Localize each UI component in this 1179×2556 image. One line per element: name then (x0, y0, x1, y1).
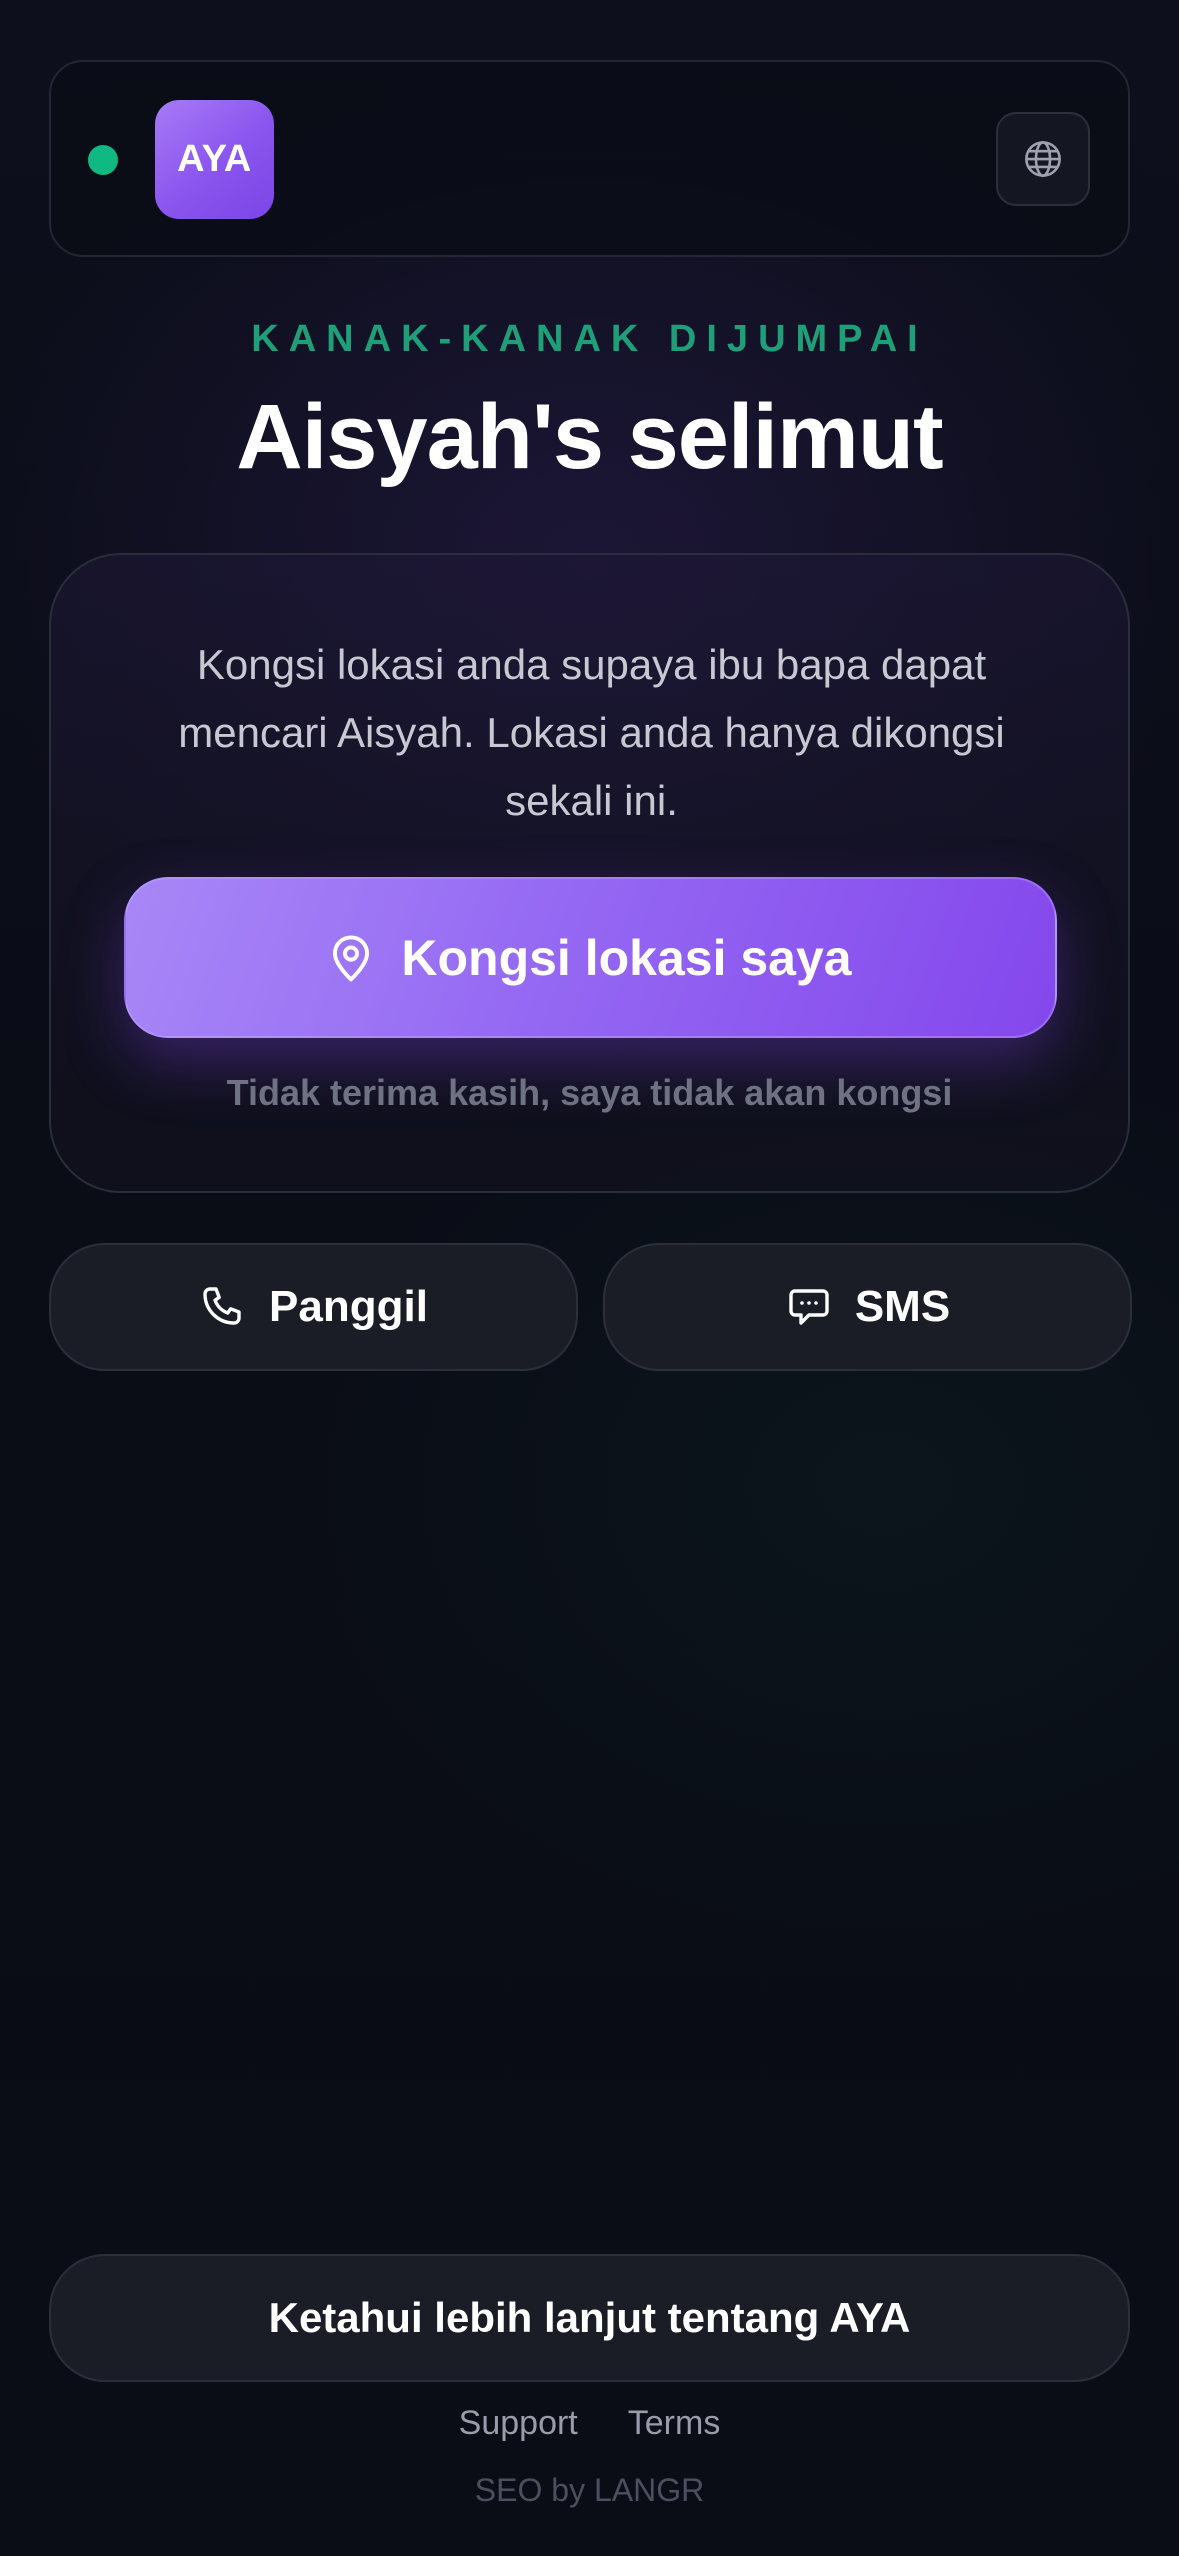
footer-links: Support Terms (0, 2404, 1179, 2443)
share-location-card: Kongsi lokasi anda supaya ibu bapa dapat… (49, 553, 1130, 1193)
globe-icon (1022, 138, 1064, 180)
top-bar: AYA (49, 60, 1130, 257)
call-button[interactable]: Panggil (49, 1243, 578, 1371)
aya-logo[interactable]: AYA (155, 100, 274, 219)
found-eyebrow-label: KANAK-KANAK DIJUMPAI (251, 318, 928, 360)
support-link[interactable]: Support (459, 2404, 578, 2443)
share-location-description: Kongsi lokasi anda supaya ibu bapa dapat… (178, 641, 1005, 824)
decline-share-link[interactable]: Tidak terima kasih, saya tidak akan kong… (51, 1072, 1128, 1114)
terms-link[interactable]: Terms (628, 2404, 721, 2443)
page-title: Aisyah's selimut (236, 386, 943, 488)
learn-more-button[interactable]: Ketahui lebih lanjut tentang AYA (49, 2254, 1130, 2382)
footer-credit[interactable]: SEO by LANGR (0, 2472, 1179, 2509)
call-label: Panggil (269, 1282, 428, 1331)
share-location-label: Kongsi lokasi saya (401, 929, 852, 986)
sms-button[interactable]: SMS (603, 1243, 1132, 1371)
status-indicator-dot (88, 145, 118, 175)
language-button[interactable] (996, 112, 1090, 206)
share-location-button[interactable]: Kongsi lokasi saya (124, 877, 1057, 1038)
phone-icon (199, 1283, 247, 1331)
sms-label: SMS (854, 1282, 951, 1331)
map-pin-icon (329, 933, 373, 983)
chat-bubble-icon (785, 1283, 833, 1331)
